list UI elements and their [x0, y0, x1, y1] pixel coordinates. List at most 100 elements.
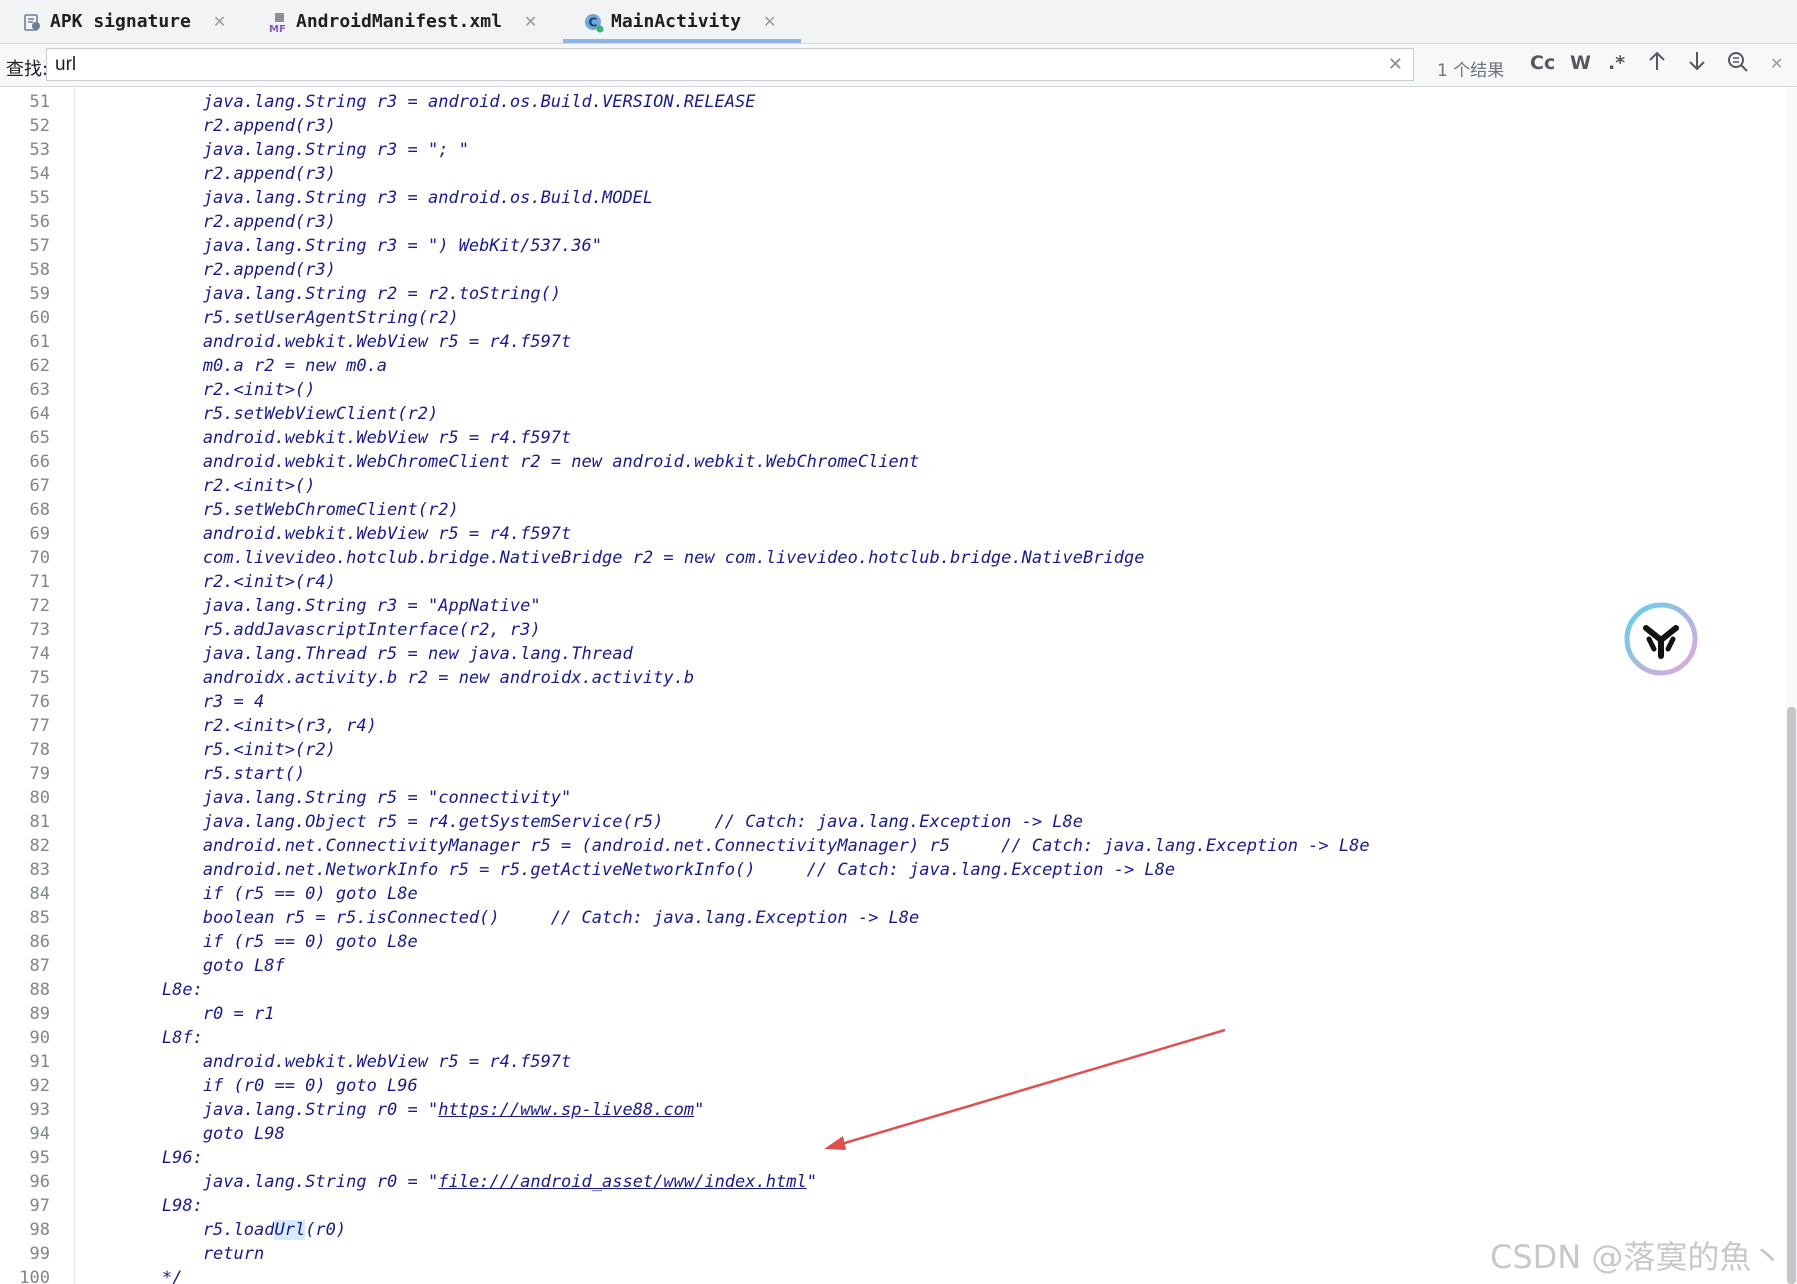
line-number: 81 [29, 812, 50, 832]
code-text: r5.loadUrl(r0) [80, 1218, 346, 1242]
line-number: 79 [29, 764, 50, 784]
line-number: 68 [29, 500, 50, 520]
code-text: return [80, 1244, 265, 1264]
code-text: java.lang.Thread r5 = new java.lang.Thre… [80, 644, 633, 664]
code-text: if (r5 == 0) goto L8e [80, 884, 418, 904]
close-icon[interactable]: ✕ [763, 12, 776, 31]
code-text: L8f: [80, 1028, 203, 1048]
code-text: android.net.ConnectivityManager r5 = (an… [80, 836, 1370, 856]
editor-tab-bar: APK signature ✕ MF AndroidManifest.xml ✕… [0, 0, 1797, 44]
line-number: 52 [29, 116, 50, 136]
search-options-icon[interactable] [1726, 50, 1750, 77]
apk-signature-icon [22, 11, 44, 33]
code-text: r2.<init>() [80, 380, 316, 400]
line-number: 64 [29, 404, 50, 424]
line-number: 95 [29, 1148, 50, 1168]
line-number: 51 [29, 92, 50, 112]
line-number: 63 [29, 380, 50, 400]
close-icon[interactable]: ✕ [213, 12, 226, 31]
previous-match-icon[interactable] [1648, 50, 1666, 77]
code-text: r2.<init>(r4) [80, 572, 336, 592]
close-find-icon[interactable]: ✕ [1770, 54, 1783, 73]
line-number: 91 [29, 1052, 50, 1072]
code-text: r2.<init>() [80, 476, 316, 496]
code-text: r2.append(r3) [80, 212, 336, 232]
code-text: goto L8f [80, 956, 285, 976]
tab-label: MainActivity [611, 11, 742, 32]
line-number: 82 [29, 836, 50, 856]
tab-main-activity[interactable]: C MainActivity ✕ [562, 0, 802, 43]
url-string-link[interactable]: https://www.sp-live88.com [438, 1100, 694, 1120]
code-text: L8e: [80, 980, 203, 1000]
line-number: 90 [29, 1028, 50, 1048]
code-text: r5.setWebChromeClient(r2) [80, 500, 459, 520]
line-number: 65 [29, 428, 50, 448]
code-text: if (r0 == 0) goto L96 [80, 1076, 418, 1096]
code-text: r5.setWebViewClient(r2) [80, 404, 439, 424]
code-text: java.lang.Object r5 = r4.getSystemServic… [80, 812, 1084, 832]
code-text: */ [80, 1268, 183, 1284]
ai-assistant-icon[interactable] [1624, 602, 1698, 676]
code-text: r2.append(r3) [80, 164, 336, 184]
class-icon: C [583, 11, 605, 33]
line-number: 58 [29, 260, 50, 280]
code-text: r3 = 4 [80, 692, 265, 712]
line-number: 77 [29, 716, 50, 736]
line-number: 80 [29, 788, 50, 808]
code-text: L98: [80, 1196, 203, 1216]
line-number: 67 [29, 476, 50, 496]
line-number: 83 [29, 860, 50, 880]
line-number: 59 [29, 284, 50, 304]
code-text: androidx.activity.b r2 = new androidx.ac… [80, 668, 695, 688]
match-case-button[interactable]: Cc [1530, 52, 1555, 74]
scrollbar-thumb[interactable] [1787, 707, 1796, 1284]
code-text: if (r5 == 0) goto L8e [80, 932, 418, 952]
code-text: r5.addJavascriptInterface(r2, r3) [80, 620, 541, 640]
code-editor[interactable]: 51 java.lang.String r3 = android.os.Buil… [0, 87, 1797, 1284]
tab-android-manifest[interactable]: MF AndroidManifest.xml ✕ [268, 0, 537, 43]
code-text: r2.<init>(r3, r4) [80, 716, 377, 736]
search-field-container[interactable]: ✕ [46, 48, 1414, 81]
line-number: 92 [29, 1076, 50, 1096]
line-number: 54 [29, 164, 50, 184]
code-text: m0.a r2 = new m0.a [80, 356, 388, 376]
tab-apk-signature[interactable]: APK signature ✕ [22, 0, 226, 43]
line-number: 53 [29, 140, 50, 160]
line-number: 76 [29, 692, 50, 712]
code-text: java.lang.String r0 = "https://www.sp-li… [80, 1098, 705, 1122]
code-segment: (r0) [305, 1220, 347, 1240]
svg-text:MF: MF [269, 24, 286, 33]
code-text: java.lang.String r3 = android.os.Build.M… [80, 188, 654, 208]
code-text: java.lang.String r3 = "AppNative" [80, 596, 541, 616]
clear-search-icon[interactable]: ✕ [1388, 54, 1403, 75]
code-text: r5.setUserAgentString(r2) [80, 308, 459, 328]
watermark: CSDN @落寞的魚丶 [1490, 1238, 1784, 1276]
whole-word-button[interactable]: W [1570, 52, 1591, 74]
close-icon[interactable]: ✕ [524, 12, 537, 31]
url-string-link[interactable]: file:///android_asset/www/index.html [438, 1172, 806, 1192]
line-number: 55 [29, 188, 50, 208]
code-segment: " [694, 1100, 705, 1120]
code-text: android.webkit.WebChromeClient r2 = new … [80, 452, 920, 472]
code-text: java.lang.String r3 = ") WebKit/537.36" [80, 236, 602, 256]
code-text: r2.append(r3) [80, 260, 336, 280]
regex-button[interactable]: .* [1608, 52, 1625, 74]
code-text: android.webkit.WebView r5 = r4.f597t [80, 524, 572, 544]
line-number: 84 [29, 884, 50, 904]
tab-label: APK signature [50, 11, 191, 32]
line-number: 86 [29, 932, 50, 952]
line-number: 85 [29, 908, 50, 928]
code-text: java.lang.String r5 = "connectivity" [80, 788, 572, 808]
line-number: 87 [29, 956, 50, 976]
line-number: 57 [29, 236, 50, 256]
find-label: 查找: [6, 59, 49, 80]
svg-text:C: C [589, 15, 598, 29]
line-number: 71 [29, 572, 50, 592]
line-number: 60 [29, 308, 50, 328]
next-match-icon[interactable] [1688, 50, 1706, 77]
search-input[interactable] [55, 54, 1355, 76]
line-number: 73 [29, 620, 50, 640]
code-segment: " [806, 1172, 817, 1192]
code-text: boolean r5 = r5.isConnected() // Catch: … [80, 908, 920, 928]
line-number: 69 [29, 524, 50, 544]
